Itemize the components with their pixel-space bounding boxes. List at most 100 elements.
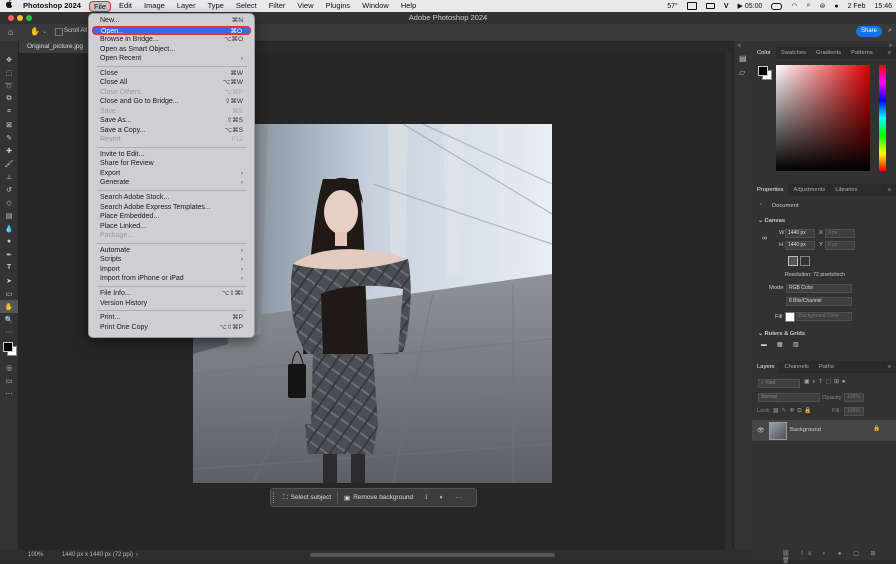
hue-slider[interactable] (879, 65, 886, 171)
guides-icon[interactable]: ▥ (793, 342, 798, 348)
lock-icons[interactable]: ▦✎✥⧉🔒 (773, 408, 815, 415)
menu-type[interactable]: Type (202, 0, 230, 12)
file-menu-item-automate[interactable]: Automate › (92, 246, 251, 256)
menu-file[interactable]: File (88, 0, 112, 12)
file-menu-item-new[interactable]: New... ⌘N (92, 16, 251, 26)
portrait-orientation-icon[interactable] (788, 256, 798, 266)
drag-handle[interactable] (273, 492, 276, 503)
file-menu-item-open-as-smart-object[interactable]: Open as Smart Object... (92, 45, 251, 55)
quick-mask-icon[interactable]: ◎ (0, 361, 18, 374)
file-menu-item-close-and-go-to-bridge[interactable]: Close and Go to Bridge... ⇧⌘W (92, 97, 251, 107)
color-picker-field[interactable] (776, 65, 870, 171)
adjustment-icon[interactable]: ◐ (434, 491, 450, 504)
pen-tool-icon[interactable]: ✒ (0, 248, 18, 261)
zoom-level[interactable]: 100% (28, 550, 43, 560)
file-menu-item-print[interactable]: Print... ⌘P (92, 313, 251, 323)
eyedropper-tool-icon[interactable]: ✎ (0, 131, 18, 144)
layers-footer-icons[interactable]: ⛓ fx ◐ ● ▢ ⊞ 🗑 (782, 550, 896, 564)
frame-tool-icon[interactable]: ⊠ (0, 118, 18, 131)
file-menu-item-import-from-iphone-or-ipad[interactable]: Import from iPhone or iPad › (92, 274, 251, 284)
menu-select[interactable]: Select (230, 0, 263, 12)
type-tool-icon[interactable]: T (0, 261, 18, 274)
opacity-field[interactable]: 100% (844, 393, 864, 402)
vertical-scrollbar[interactable] (726, 53, 732, 550)
share-button[interactable]: Share (856, 26, 882, 37)
file-menu-item-invite-to-edit[interactable]: Invite to Edit... (92, 150, 251, 160)
rectangle-tool-icon[interactable]: ▭ (0, 287, 18, 300)
tab-gradients[interactable]: Gradients (811, 47, 846, 59)
grid-icon[interactable]: ▦ (777, 342, 782, 348)
menubar-date[interactable]: 2 Feb (848, 3, 866, 10)
layer-filter-icons[interactable]: ▣◐T⬚⊞● (804, 379, 848, 385)
bit-depth-select[interactable]: 8 Bits/Channel (786, 297, 852, 306)
remove-background-button[interactable]: ▣ Remove background (337, 491, 419, 504)
gradient-tool-icon[interactable]: ▤ (0, 209, 18, 222)
file-menu-item-close[interactable]: Close ⌘W (92, 69, 251, 79)
collapse-panels-icon[interactable]: « (738, 43, 741, 49)
transform-icon[interactable]: ⟟ (419, 491, 433, 504)
mode-select[interactable]: RGB Color (786, 284, 852, 293)
scroll-all-checkbox[interactable] (55, 28, 63, 36)
file-menu-item-save-as[interactable]: Save As... ⇧⌘S (92, 116, 251, 126)
move-tool-icon[interactable]: ✥ (0, 53, 18, 66)
panel-menu-icon[interactable]: ≡ (883, 47, 896, 59)
menu-edit[interactable]: Edit (113, 0, 138, 12)
file-menu-item-version-history[interactable]: Version History (92, 299, 251, 309)
healing-brush-tool-icon[interactable]: ✚ (0, 144, 18, 157)
siri-icon[interactable]: ● (834, 3, 838, 10)
file-menu-item-search-adobe-express-templates[interactable]: Search Adobe Express Templates... (92, 203, 251, 213)
tab-channels[interactable]: Channels (779, 361, 814, 373)
menubar-clock[interactable]: 15:46 (874, 3, 892, 10)
window-zoom-button[interactable] (26, 15, 32, 21)
tab-layers[interactable]: Layers (752, 361, 780, 373)
control-center-icon[interactable]: ⊜ (819, 2, 825, 10)
tool-preset-chevron-icon[interactable]: ⌄ (42, 28, 47, 35)
tab-color[interactable]: Color (752, 47, 776, 59)
file-menu-item-search-adobe-stock[interactable]: Search Adobe Stock... (92, 193, 251, 203)
layer-lock-icon[interactable]: 🔒 (873, 426, 880, 432)
status-app-icon[interactable] (686, 2, 697, 10)
home-icon[interactable]: ⌂ (8, 27, 13, 37)
menu-help[interactable]: Help (395, 0, 422, 12)
file-menu-item-place-linked[interactable]: Place Linked... (92, 222, 251, 232)
panel-menu-icon[interactable]: ≡ (883, 361, 896, 373)
dodge-tool-icon[interactable]: ● (0, 235, 18, 248)
link-dimensions-icon[interactable]: ∞ (762, 235, 767, 242)
file-menu-item-close-all[interactable]: Close All ⌥⌘W (92, 78, 251, 88)
file-menu-item-print-one-copy[interactable]: Print One Copy ⌥⇧⌘P (92, 323, 251, 333)
document-info[interactable]: 1440 px x 1440 px (72 ppi) (62, 550, 133, 560)
control-icon[interactable] (771, 2, 783, 10)
canvas-section-header[interactable]: ⌄ Canvas (758, 218, 785, 224)
layer-kind-filter[interactable]: ⌕ Kind (758, 379, 800, 388)
history-panel-icon[interactable]: ▤ (739, 54, 747, 63)
x-field[interactable]: 0 px (825, 229, 855, 238)
file-menu-item-save-a-copy[interactable]: Save a Copy... ⌥⌘S (92, 126, 251, 136)
menu-plugins[interactable]: Plugins (320, 0, 357, 12)
panel-menu-icon[interactable]: ≡ (883, 184, 896, 196)
blur-tool-icon[interactable]: 💧 (0, 222, 18, 235)
file-menu-item-import[interactable]: Import › (92, 265, 251, 275)
menu-layer[interactable]: Layer (171, 0, 202, 12)
tab-libraries[interactable]: Libraries (830, 184, 862, 196)
search-icon[interactable]: ⌕ (888, 27, 892, 35)
fill-color-swatch[interactable] (785, 312, 795, 322)
marquee-tool-icon[interactable]: ⬚ (0, 66, 18, 79)
vpn-icon[interactable]: V (724, 3, 729, 10)
file-menu-item-generate[interactable]: Generate › (92, 178, 251, 188)
more-tools-icon[interactable]: ··· (0, 326, 18, 339)
landscape-orientation-icon[interactable] (800, 256, 810, 266)
edit-toolbar-icon[interactable]: ⋯ (0, 387, 18, 400)
file-menu-item-export[interactable]: Export › (92, 169, 251, 179)
status-menu-chevron-icon[interactable]: › (136, 550, 138, 560)
layer-name[interactable]: Background (790, 427, 821, 433)
tab-properties[interactable]: Properties (752, 184, 789, 196)
layer-row-background[interactable]: 👁 Background 🔒 (752, 420, 896, 441)
more-options-icon[interactable]: ··· (450, 491, 469, 504)
timer-badge[interactable]: ▶ 05:00 (738, 2, 763, 11)
y-field[interactable]: 0 px (825, 241, 855, 250)
path-selection-tool-icon[interactable]: ➤ (0, 274, 18, 287)
crop-tool-icon[interactable]: ⌗ (0, 105, 18, 118)
screen-mode-icon[interactable]: ▭ (0, 374, 18, 387)
file-menu-item-open[interactable]: Open... ⌘O (92, 25, 251, 35)
tab-patterns[interactable]: Patterns (846, 47, 878, 59)
